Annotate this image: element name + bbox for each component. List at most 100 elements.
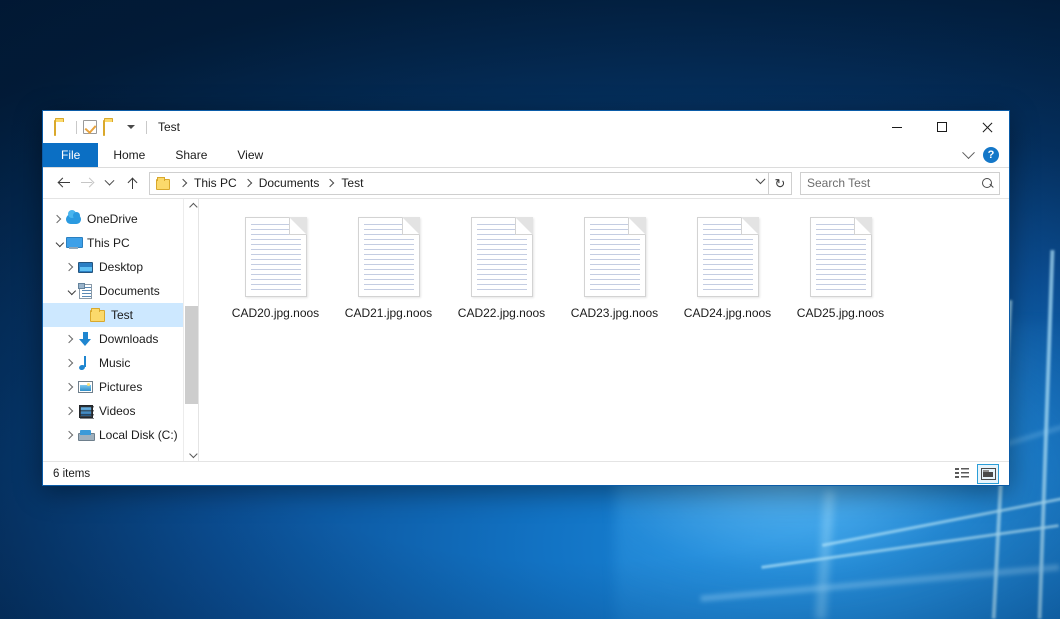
twisty-expanded-icon[interactable] — [49, 240, 65, 246]
tab-file[interactable]: File — [43, 143, 98, 167]
file-item[interactable]: CAD25.jpg.noos — [784, 209, 897, 339]
sidebar-item-label: This PC — [87, 237, 130, 249]
search-box[interactable]: Search Test — [800, 172, 1000, 195]
file-name-label: CAD20.jpg.noos — [232, 306, 319, 320]
file-name-label: CAD21.jpg.noos — [345, 306, 432, 320]
scrollbar-track[interactable] — [184, 214, 199, 446]
computer-icon — [65, 237, 82, 249]
path-field[interactable]: This PC Documents Test — [149, 172, 769, 195]
generic-file-icon — [471, 217, 533, 297]
breadcrumb-documents[interactable]: Documents — [257, 176, 322, 190]
file-item[interactable]: CAD22.jpg.noos — [445, 209, 558, 339]
sidebar-scrollbar[interactable] — [183, 199, 198, 461]
back-button[interactable] — [52, 172, 75, 195]
twisty-collapsed-icon[interactable] — [61, 384, 77, 390]
up-button[interactable] — [121, 172, 144, 195]
large-icons-view-icon — [981, 468, 996, 480]
sidebar-item-documents[interactable]: Documents — [43, 279, 198, 303]
twisty-expanded-icon[interactable] — [61, 288, 77, 294]
pictures-icon — [77, 381, 94, 393]
file-name-label: CAD23.jpg.noos — [571, 306, 658, 320]
tab-view[interactable]: View — [222, 143, 278, 167]
chevron-down-icon[interactable] — [756, 174, 766, 184]
refresh-icon: ↻ — [775, 177, 786, 190]
folder-icon[interactable] — [54, 119, 70, 135]
sidebar-item-test[interactable]: Test — [43, 303, 198, 327]
window-title: Test — [158, 120, 180, 134]
sidebar-item-local-disk[interactable]: Local Disk (C:) — [43, 423, 198, 447]
tab-home[interactable]: Home — [98, 143, 160, 167]
new-folder-icon[interactable] — [103, 119, 119, 135]
properties-checkbox-icon[interactable] — [83, 120, 97, 134]
twisty-collapsed-icon[interactable] — [61, 264, 77, 270]
sidebar-item-label: Desktop — [99, 261, 143, 273]
sidebar-item-label: Documents — [99, 285, 160, 297]
search-input[interactable]: Search Test — [807, 176, 982, 190]
file-item[interactable]: CAD20.jpg.noos — [219, 209, 332, 339]
forward-button[interactable] — [75, 172, 98, 195]
window-body: OneDrive This PC Desktop Documents — [43, 198, 1009, 461]
videos-icon — [77, 405, 94, 418]
sidebar-item-label: Videos — [99, 405, 135, 417]
breadcrumb-this-pc[interactable]: This PC — [192, 176, 239, 190]
sidebar-item-onedrive[interactable]: OneDrive — [43, 207, 198, 231]
toolbar-separator — [76, 121, 77, 134]
minimize-button[interactable] — [874, 111, 919, 143]
navigation-pane: OneDrive This PC Desktop Documents — [43, 199, 199, 461]
recent-locations-button[interactable] — [98, 172, 121, 195]
file-item[interactable]: CAD21.jpg.noos — [332, 209, 445, 339]
quick-access-toolbar — [43, 119, 147, 135]
refresh-button[interactable]: ↻ — [769, 172, 792, 195]
sidebar-item-this-pc[interactable]: This PC — [43, 231, 198, 255]
sidebar-item-videos[interactable]: Videos — [43, 399, 198, 423]
scroll-up-button[interactable] — [184, 199, 199, 214]
generic-file-icon — [697, 217, 759, 297]
folder-icon — [89, 309, 106, 321]
help-icon[interactable]: ? — [983, 147, 999, 163]
sidebar-item-desktop[interactable]: Desktop — [43, 255, 198, 279]
documents-icon — [77, 284, 94, 299]
scroll-down-icon — [189, 449, 197, 457]
close-button[interactable] — [964, 111, 1009, 143]
file-explorer-window: Test File Home Share View ? This PC Docu… — [42, 110, 1010, 486]
ribbon-right-controls: ? — [964, 143, 1009, 167]
twisty-collapsed-icon[interactable] — [49, 216, 65, 222]
window-controls — [874, 111, 1009, 143]
folder-icon — [156, 179, 170, 190]
chevron-down-icon[interactable] — [962, 146, 975, 159]
twisty-collapsed-icon[interactable] — [61, 336, 77, 342]
twisty-collapsed-icon[interactable] — [61, 360, 77, 366]
large-icons-view-button[interactable] — [977, 464, 999, 484]
file-item[interactable]: CAD23.jpg.noos — [558, 209, 671, 339]
generic-file-icon — [810, 217, 872, 297]
sidebar-item-music[interactable]: Music — [43, 351, 198, 375]
maximize-button[interactable] — [919, 111, 964, 143]
breadcrumb-separator-icon — [326, 179, 334, 187]
details-view-button[interactable] — [951, 464, 973, 484]
tab-share[interactable]: Share — [160, 143, 222, 167]
file-list-view[interactable]: CAD20.jpg.noos CAD21.jpg.noos CAD22.jpg.… — [199, 199, 1009, 461]
sidebar-item-label: Local Disk (C:) — [99, 429, 178, 441]
toolbar-separator — [146, 121, 147, 134]
maximize-icon — [937, 122, 947, 132]
desktop-icon — [77, 262, 94, 273]
scroll-down-button[interactable] — [184, 446, 199, 461]
breadcrumb-separator-icon — [243, 179, 251, 187]
folder-tree: OneDrive This PC Desktop Documents — [43, 199, 198, 447]
file-grid: CAD20.jpg.noos CAD21.jpg.noos CAD22.jpg.… — [199, 199, 1009, 339]
sidebar-item-label: Music — [99, 357, 130, 369]
file-item[interactable]: CAD24.jpg.noos — [671, 209, 784, 339]
sidebar-item-downloads[interactable]: Downloads — [43, 327, 198, 351]
close-icon — [981, 122, 992, 133]
up-arrow-icon — [127, 177, 139, 190]
search-icon — [982, 178, 993, 189]
twisty-collapsed-icon[interactable] — [61, 408, 77, 414]
file-name-label: CAD25.jpg.noos — [797, 306, 884, 320]
chevron-down-icon[interactable] — [127, 125, 135, 129]
generic-file-icon — [584, 217, 646, 297]
scrollbar-thumb[interactable] — [185, 306, 198, 404]
breadcrumb-test[interactable]: Test — [339, 176, 365, 190]
music-icon — [77, 356, 94, 370]
sidebar-item-pictures[interactable]: Pictures — [43, 375, 198, 399]
twisty-collapsed-icon[interactable] — [61, 432, 77, 438]
